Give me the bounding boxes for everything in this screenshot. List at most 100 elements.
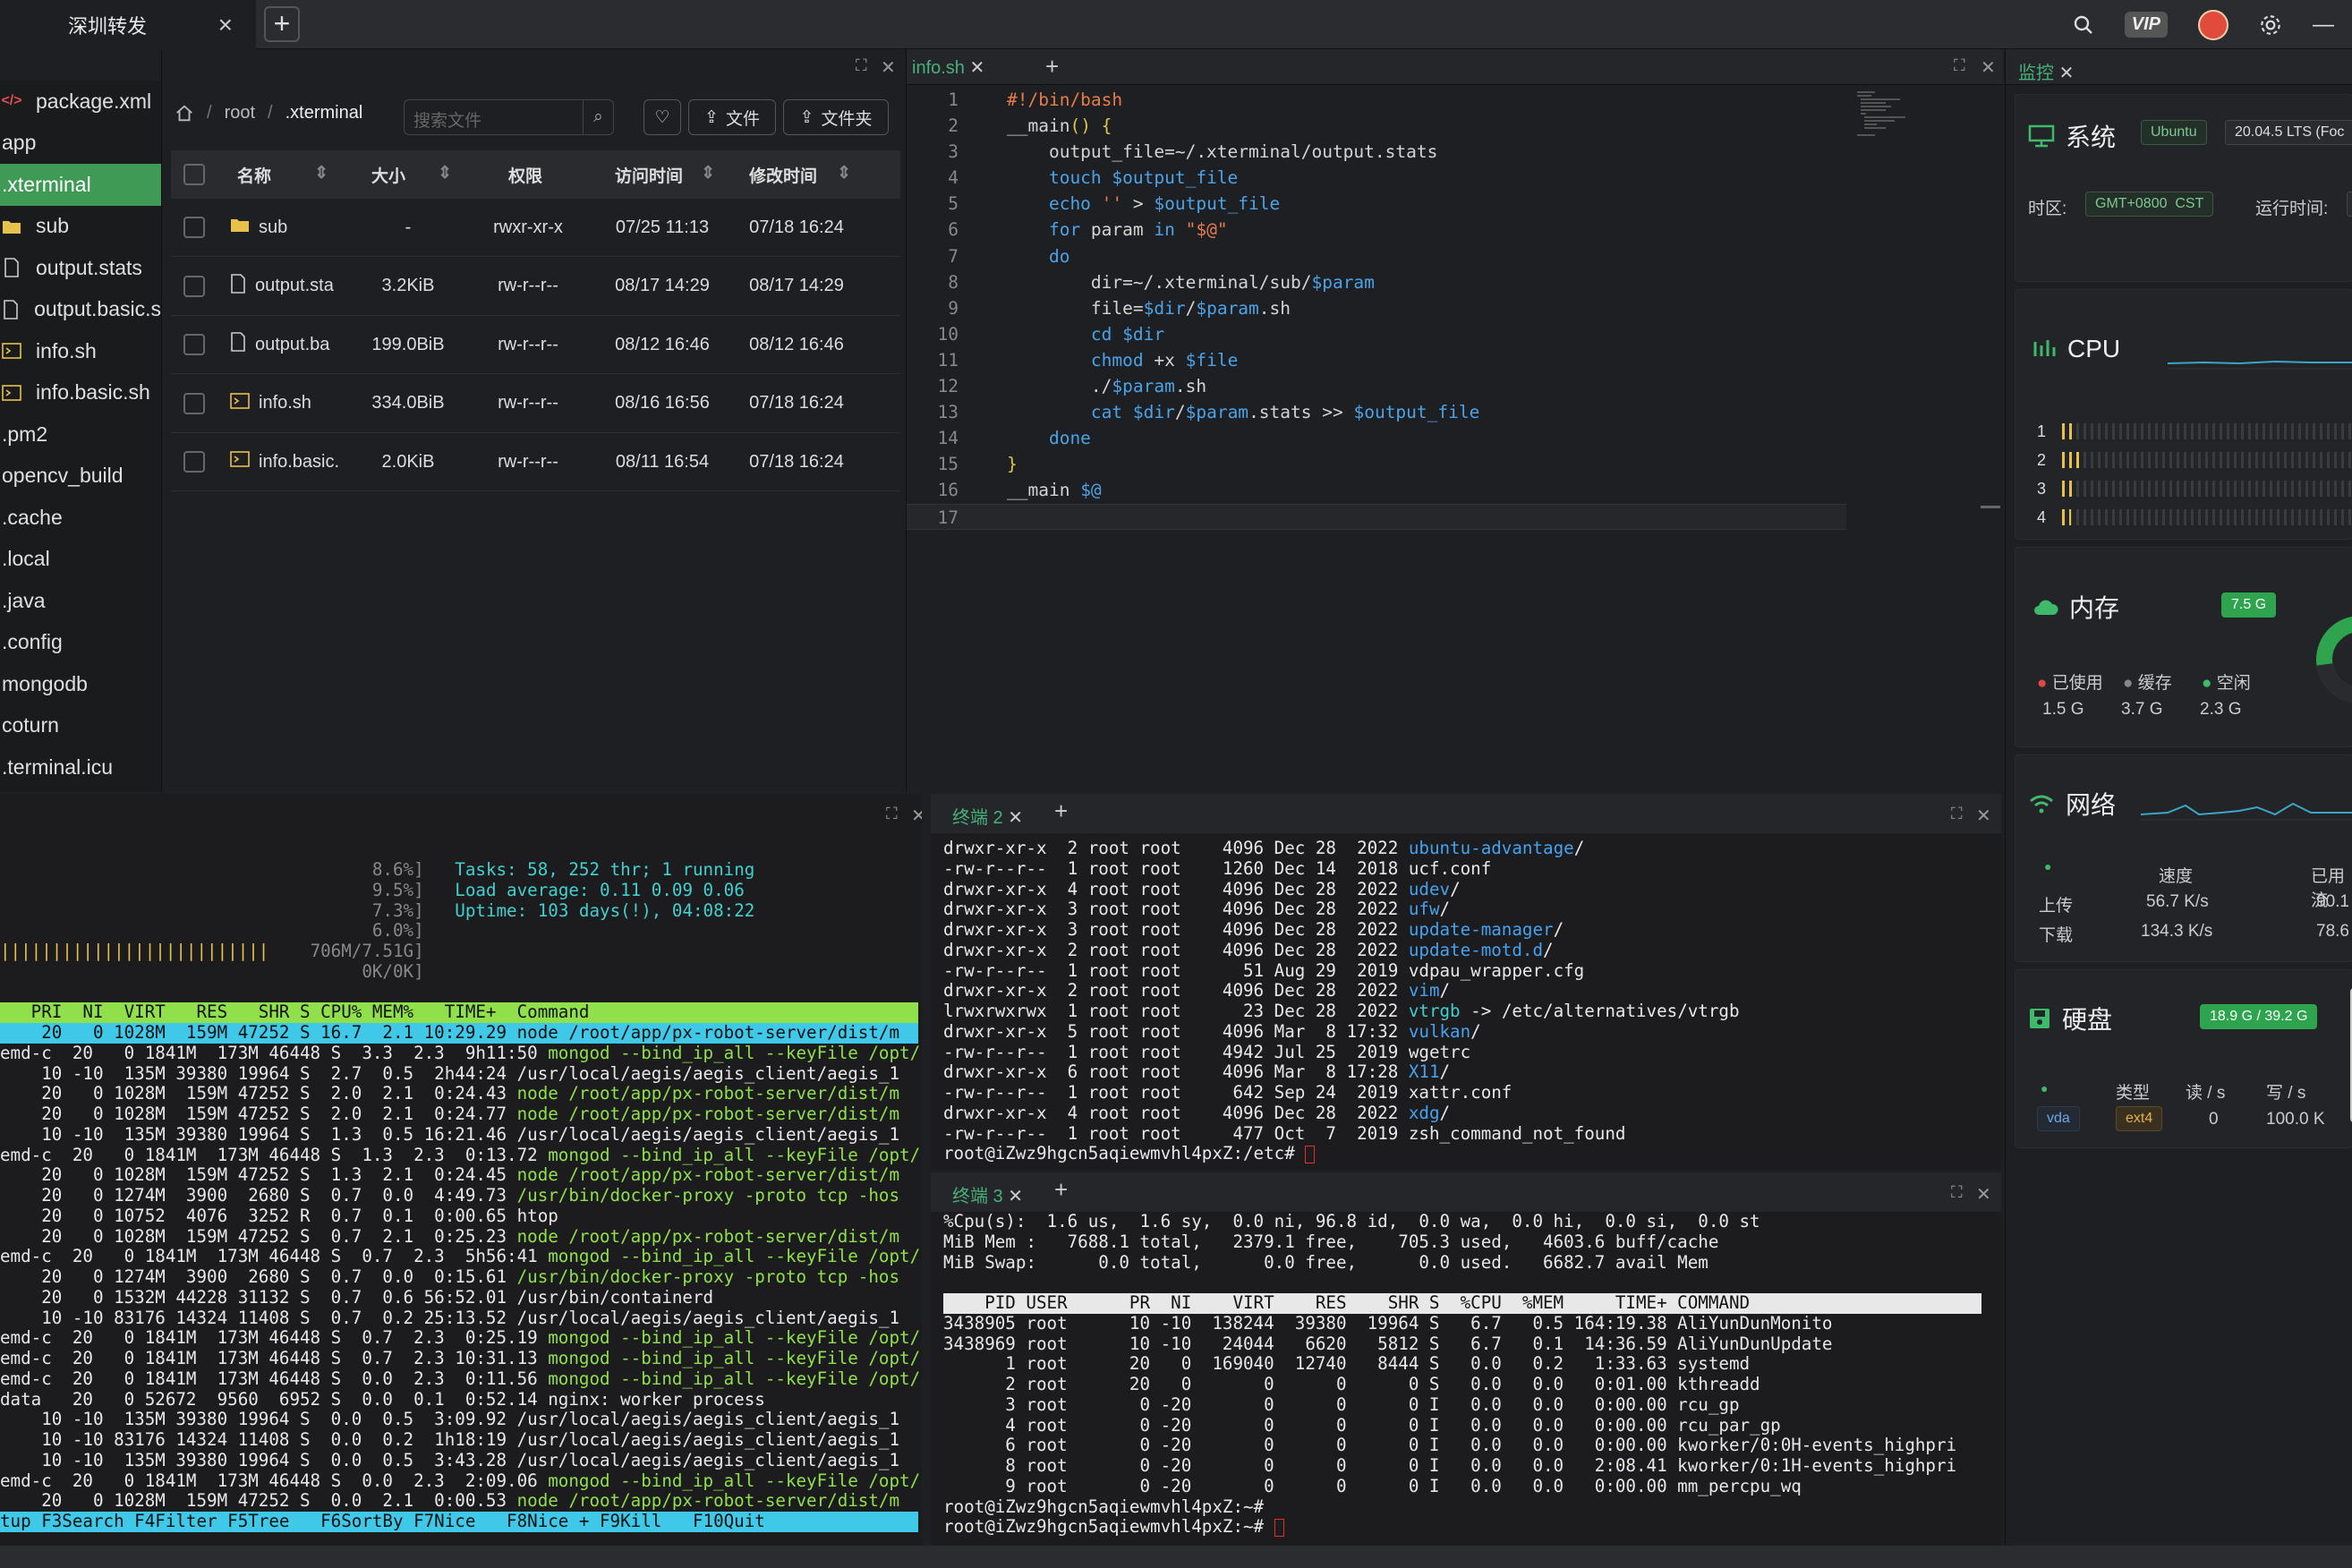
vip-badge[interactable]: VIP — [2124, 12, 2168, 38]
file-name-cell[interactable]: output.ba — [205, 332, 355, 357]
code-line[interactable]: 10 cd $dir — [907, 321, 1846, 347]
breadcrumb-item[interactable]: .xterminal — [285, 103, 363, 124]
gear-icon[interactable] — [2259, 13, 2282, 37]
code-line[interactable]: 11 chmod +x $file — [907, 347, 1846, 373]
close-icon[interactable]: ✕ — [1008, 1187, 1023, 1206]
col-mtime[interactable]: 修改时间 ⇕ — [722, 163, 856, 187]
col-size[interactable]: 大小 ⇕ — [328, 163, 463, 187]
maximize-icon[interactable]: ⛶ — [1951, 805, 1963, 823]
minimap[interactable] — [1855, 89, 1918, 142]
close-icon[interactable]: ✕ — [881, 56, 896, 79]
favorite-button[interactable]: ♡ — [643, 99, 681, 135]
code-line[interactable]: 17 — [907, 503, 1846, 530]
code-line[interactable]: 13 cat $dir/$param.stats >> $output_file — [907, 399, 1846, 425]
table-row[interactable]: info.sh 334.0BiB rw-r--r-- 08/16 16:56 0… — [171, 375, 900, 433]
search-input[interactable]: 搜索文件 ⌕ — [404, 99, 614, 135]
sidebar-item[interactable]: .cache — [0, 497, 161, 539]
maximize-icon[interactable]: ⛶ — [1951, 1183, 1963, 1202]
maximize-icon[interactable]: ⛶ — [856, 56, 867, 75]
tab-info-sh[interactable]: info.sh ✕ — [912, 56, 984, 79]
row-checkbox[interactable] — [183, 217, 205, 238]
code-area[interactable]: 1 #!/bin/bash 2 __main() {3 output_file=~/.… — [907, 87, 1846, 530]
close-icon[interactable]: ✕ — [1981, 56, 1996, 79]
maximize-icon[interactable]: ⛶ — [886, 805, 898, 823]
terminal-2[interactable]: 终端 2 ✕ + ⛶ ✕ drwxr-xr-x 2 root root 4096… — [931, 794, 2001, 1170]
breadcrumb-item[interactable]: root — [225, 103, 255, 124]
code-line[interactable]: 14 done — [907, 425, 1846, 451]
sidebar-item[interactable]: opencv_build — [0, 456, 161, 498]
row-checkbox[interactable] — [183, 392, 205, 414]
close-icon[interactable]: ✕ — [911, 805, 922, 827]
add-tab-button[interactable]: + — [1054, 1176, 1068, 1204]
file-name-cell[interactable]: output.sta — [205, 273, 355, 299]
sidebar-item[interactable]: info.basic.sh — [0, 372, 161, 414]
sidebar-item[interactable]: .java — [0, 580, 161, 622]
sidebar-item[interactable]: app — [0, 123, 161, 165]
row-checkbox[interactable] — [183, 334, 205, 355]
table-row[interactable]: output.sta 3.2KiB rw-r--r-- 08/17 14:29 … — [171, 258, 900, 316]
close-icon[interactable]: ✕ — [1976, 1183, 1991, 1206]
code-line[interactable]: 9 file=$dir/$param.sh — [907, 295, 1846, 321]
code-line[interactable]: 16 __main $@ — [907, 477, 1846, 503]
sidebar-item[interactable]: .local — [0, 539, 161, 581]
maximize-icon[interactable]: ⛶ — [1954, 56, 1965, 75]
htop-terminal[interactable]: ⛶ ✕ 8.6%] Tasks: 58, 252 thr; 1 running … — [0, 794, 922, 1546]
close-icon[interactable]: ✕ — [1008, 808, 1023, 828]
sidebar-item[interactable]: </> package.xml — [0, 81, 161, 123]
code-line[interactable]: 3 output_file=~/.xterminal/output.stats — [907, 139, 1846, 165]
table-row[interactable]: info.basic. 2.0KiB rw-r--r-- 08/11 16:54… — [171, 433, 900, 491]
code-line[interactable]: 12 ./$param.sh — [907, 373, 1846, 399]
file-name-cell[interactable]: sub — [205, 217, 355, 238]
sidebar-item[interactable]: coturn — [0, 705, 161, 747]
sidebar-item[interactable]: info.sh — [0, 330, 161, 372]
col-name[interactable]: 名称 ⇕ — [205, 163, 328, 187]
sidebar-item[interactable]: .terminal.icu — [0, 746, 161, 788]
code-line[interactable]: 8 dir=~/.xterminal/sub/$param — [907, 269, 1846, 295]
new-tab-button[interactable]: + — [264, 6, 300, 42]
close-icon[interactable]: × — [218, 11, 233, 39]
code-line[interactable]: 15} — [907, 451, 1846, 477]
search-icon[interactable]: ⌕ — [583, 100, 613, 134]
upload-file-button[interactable]: ⇪ 文件 — [688, 99, 776, 135]
tab-terminal-3[interactable]: 终端 3 ✕ — [952, 1181, 1023, 1207]
upload-icon: ⇪ — [799, 107, 814, 127]
avatar[interactable] — [2198, 9, 2228, 40]
code-line[interactable]: 4 touch $output_file — [907, 165, 1846, 191]
session-tab[interactable]: 深圳转发 × — [0, 0, 256, 49]
tab-terminal-2[interactable]: 终端 2 ✕ — [952, 803, 1023, 829]
sidebar-item[interactable]: output.basic.s — [0, 289, 161, 331]
upload-icon: ⇪ — [704, 107, 719, 127]
sidebar-item[interactable]: .xterminal — [0, 164, 161, 206]
sidebar-item[interactable]: sub — [0, 206, 161, 248]
code-line[interactable]: 7 do — [907, 243, 1846, 269]
table-row[interactable]: sub - rwxr-xr-x 07/25 11:13 07/18 16:24 — [171, 199, 900, 257]
add-tab-button[interactable]: + — [1054, 797, 1068, 825]
col-atime[interactable]: 访问时间 ⇕ — [588, 163, 722, 187]
minimize-icon[interactable]: — — [2313, 13, 2334, 38]
sidebar-item[interactable]: .pm2 — [0, 413, 161, 456]
upload-folder-button[interactable]: ⇪ 文件夹 — [783, 99, 889, 135]
code-line[interactable]: 2 __main() { — [907, 113, 1846, 139]
row-checkbox[interactable] — [183, 451, 205, 473]
sidebar-item[interactable]: mongodb — [0, 663, 161, 705]
file-name-cell[interactable]: info.sh — [205, 392, 355, 414]
code-line[interactable]: 5 echo '' > $output_file — [907, 191, 1846, 217]
sidebar-item[interactable]: .config — [0, 622, 161, 664]
scrollbar[interactable] — [1981, 506, 2000, 508]
search-icon[interactable] — [2073, 14, 2094, 36]
row-checkbox[interactable] — [183, 275, 205, 297]
table-row[interactable]: output.ba 199.0BiB rw-r--r-- 08/12 16:46… — [171, 316, 900, 374]
home-icon[interactable] — [175, 104, 194, 124]
code-line[interactable]: 6 for param in "$@" — [907, 217, 1846, 243]
add-tab-button[interactable]: + — [1045, 53, 1059, 81]
close-icon[interactable]: ✕ — [970, 58, 985, 78]
close-icon[interactable]: ✕ — [2059, 64, 2075, 83]
tab-monitor[interactable]: 监控 ✕ — [2018, 58, 2074, 84]
sidebar-item[interactable]: output.stats — [0, 247, 161, 289]
select-all-checkbox[interactable] — [183, 164, 205, 185]
code-line[interactable]: 1 #!/bin/bash — [907, 87, 1846, 113]
file-name-cell[interactable]: info.basic. — [205, 451, 355, 473]
cpu-core-track — [2062, 509, 2352, 525]
close-icon[interactable]: ✕ — [1976, 805, 1991, 827]
terminal-3[interactable]: 终端 3 ✕ + ⛶ ✕ %Cpu(s): 1.6 us, 1.6 sy, 0.… — [931, 1172, 2001, 1546]
